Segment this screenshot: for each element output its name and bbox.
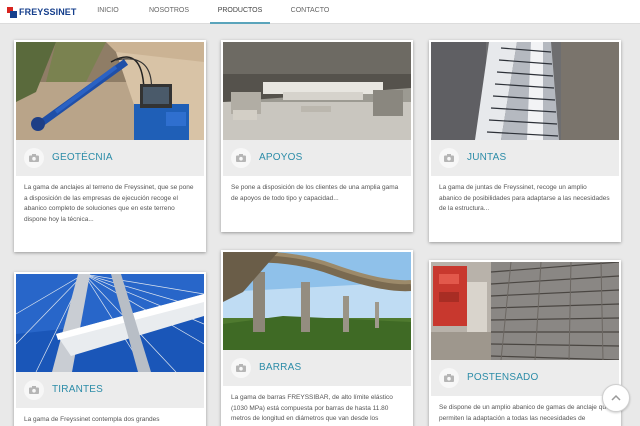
card-title[interactable]: TIRANTES (52, 384, 103, 395)
card-title-bar: GEOTÉCNIA (16, 140, 204, 176)
camera-icon (24, 148, 44, 168)
nav-item-productos[interactable]: PRODUCTOS (210, 0, 270, 24)
scroll-to-top-button[interactable] (602, 384, 630, 412)
product-card-barras[interactable]: BARRAS La gama de barras FREYSSIBAR, de … (221, 250, 413, 426)
card-title[interactable]: GEOTÉCNIA (52, 152, 113, 163)
nav-item-inicio[interactable]: INICIO (92, 0, 124, 24)
camera-icon (231, 358, 251, 378)
product-card-postensado[interactable]: POSTENSADO Se dispone de un amplio abani… (429, 260, 621, 426)
top-navbar: FREYSSINET INICIO NOSOTROS PRODUCTOS CON… (0, 0, 640, 24)
product-card-apoyos[interactable]: APOYOS Se pone a disposición de los clie… (221, 40, 413, 232)
card-title[interactable]: BARRAS (259, 362, 301, 373)
chevron-up-icon (611, 394, 621, 401)
card-title-bar: JUNTAS (431, 140, 619, 176)
product-card-geotecnia[interactable]: GEOTÉCNIA La gama de anclajes al terreno… (14, 40, 206, 252)
card-title-bar: BARRAS (223, 350, 411, 386)
brand-logo[interactable]: FREYSSINET (7, 5, 77, 19)
camera-icon (24, 380, 44, 400)
camera-icon (439, 368, 459, 388)
card-title[interactable]: JUNTAS (467, 152, 506, 163)
card-description: La gama de barras FREYSSIBAR, de alto lí… (231, 394, 393, 422)
postensado-image (431, 262, 619, 360)
camera-icon (439, 148, 459, 168)
card-description: La gama de Freyssinet contempla dos gran… (24, 416, 160, 423)
card-title-bar: TIRANTES (16, 372, 204, 408)
tirantes-image (16, 274, 204, 372)
card-description: La gama de juntas de Freyssinet, recoge … (439, 184, 610, 212)
camera-icon (231, 148, 251, 168)
nav-item-nosotros[interactable]: NOSOTROS (147, 0, 191, 24)
nav-item-contacto[interactable]: CONTACTO (289, 0, 331, 24)
card-title-bar: APOYOS (223, 140, 411, 176)
geotecnia-image (16, 42, 204, 140)
product-card-juntas[interactable]: JUNTAS La gama de juntas de Freyssinet, … (429, 40, 621, 242)
product-card-tirantes[interactable]: TIRANTES La gama de Freyssinet contempla… (14, 272, 206, 426)
card-description: Se pone a disposición de los clientes de… (231, 184, 399, 202)
card-description: La gama de anclajes al terreno de Freyss… (24, 184, 194, 223)
card-title[interactable]: POSTENSADO (467, 372, 538, 383)
logo-mark-icon (7, 6, 17, 18)
card-title[interactable]: APOYOS (259, 152, 302, 163)
juntas-image (431, 42, 619, 140)
card-title-bar: POSTENSADO (431, 360, 619, 396)
barras-image (223, 252, 411, 350)
apoyos-image (223, 42, 411, 140)
card-description: Se dispone de un amplio abanico de gamas… (439, 404, 610, 422)
brand-name: FREYSSINET (19, 7, 77, 17)
